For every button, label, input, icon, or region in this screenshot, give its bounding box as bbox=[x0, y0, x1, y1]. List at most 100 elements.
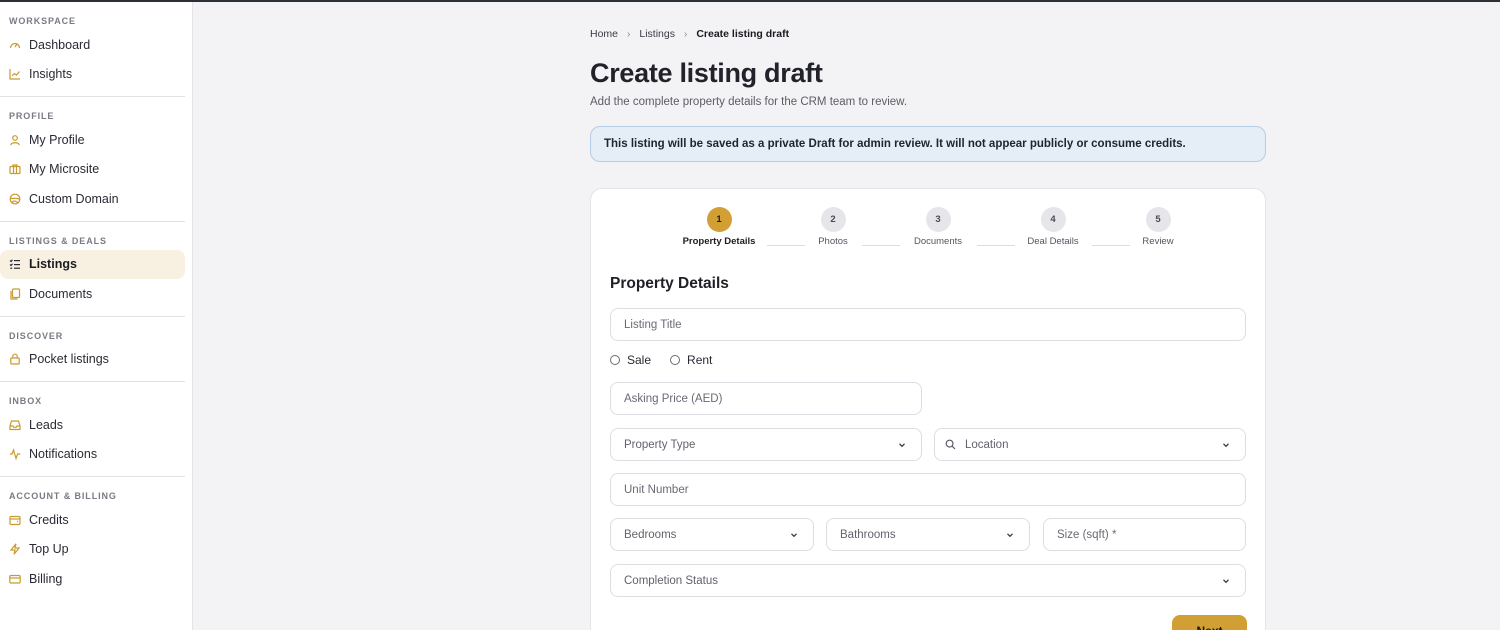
chevron-down-icon bbox=[1221, 440, 1231, 450]
sidebar-item-credits[interactable]: Credits bbox=[0, 505, 185, 535]
sidebar-section-inbox: INBOX Leads Notifications bbox=[0, 382, 185, 477]
size-field bbox=[1043, 518, 1246, 551]
sidebar-section-account-billing: ACCOUNT & BILLING Credits Top Up Billing bbox=[0, 477, 185, 601]
step-label: Deal Details bbox=[1027, 236, 1079, 247]
sidebar-section-title: ACCOUNT & BILLING bbox=[9, 491, 117, 501]
chevron-down-icon bbox=[1005, 530, 1015, 540]
sidebar-item-custom-domain[interactable]: Custom Domain bbox=[0, 184, 185, 214]
sidebar-section-discover: DISCOVER Pocket listings bbox=[0, 317, 185, 382]
sidebar-section-title: LISTINGS & DEALS bbox=[9, 235, 107, 246]
radio-circle[interactable] bbox=[610, 355, 620, 365]
unit-number-input[interactable] bbox=[624, 474, 1245, 505]
asking-price-input[interactable] bbox=[624, 383, 921, 414]
bathrooms-select[interactable]: Bathrooms bbox=[826, 518, 1030, 551]
sidebar-item-label: Leads bbox=[29, 417, 64, 432]
breadcrumb-home[interactable]: Home bbox=[590, 28, 618, 40]
sidebar-section-title: WORKSPACE bbox=[9, 16, 76, 26]
listing-title-field bbox=[610, 308, 1246, 341]
step-label: Documents bbox=[913, 236, 963, 247]
sidebar-item-label: Credits bbox=[29, 512, 69, 527]
sidebar-item-label: Documents bbox=[29, 286, 93, 301]
sidebar-item-label: Listings bbox=[29, 257, 77, 272]
draft-notice: This listing will be saved as a private … bbox=[590, 126, 1266, 162]
chevron-down-icon bbox=[897, 440, 907, 450]
step-label: Photos bbox=[818, 236, 848, 247]
globe-icon bbox=[9, 193, 21, 205]
step-documents[interactable]: 3 Documents bbox=[893, 207, 983, 247]
chevron-right-icon: › bbox=[627, 28, 631, 40]
sidebar-item-label: Notifications bbox=[29, 447, 98, 462]
radio-label: Rent bbox=[687, 353, 713, 367]
step-photos[interactable]: 2 Photos bbox=[788, 207, 878, 247]
bedrooms-select[interactable]: Bedrooms bbox=[610, 518, 814, 551]
bolt-icon bbox=[9, 543, 21, 555]
chevron-right-icon: › bbox=[683, 28, 688, 40]
sidebar-item-label: Insights bbox=[29, 67, 73, 82]
sidebar: WORKSPACE Dashboard Insights PROFILE My … bbox=[0, 2, 193, 630]
inbox-icon bbox=[9, 419, 21, 431]
step-review[interactable]: 5 Review bbox=[1113, 207, 1203, 247]
sidebar-section-workspace: WORKSPACE Dashboard Insights bbox=[0, 2, 185, 97]
property-type-select[interactable]: Property Type bbox=[610, 428, 922, 461]
location-value: Location bbox=[965, 438, 1009, 451]
sidebar-item-dashboard[interactable]: Dashboard bbox=[0, 30, 185, 60]
wallet-icon bbox=[9, 514, 21, 526]
asking-price-field bbox=[610, 382, 922, 415]
step-label: Review bbox=[1142, 236, 1174, 247]
sidebar-item-documents[interactable]: Documents bbox=[0, 279, 185, 309]
listing-type-radio-group: Sale Rent bbox=[610, 353, 731, 367]
sidebar-section-title: DISCOVER bbox=[9, 330, 64, 341]
radio-circle[interactable] bbox=[670, 355, 681, 365]
chevron-down-icon bbox=[1221, 576, 1231, 586]
next-button[interactable]: Next bbox=[1172, 615, 1247, 630]
bathrooms-value: Bathrooms bbox=[840, 528, 896, 541]
property-type-value: Property Type bbox=[624, 438, 696, 451]
files-icon bbox=[9, 288, 21, 300]
chevron-down-icon bbox=[789, 530, 799, 540]
card-icon bbox=[9, 573, 21, 585]
sidebar-item-pocket-listings[interactable]: Pocket listings bbox=[0, 345, 185, 375]
chart-line-icon bbox=[9, 68, 21, 80]
list-check-icon bbox=[9, 258, 21, 270]
step-number: 4 bbox=[1040, 207, 1066, 232]
stepper: 1 Property Details 2 Photos 3 Documents … bbox=[591, 207, 1267, 251]
page-title: Create listing draft bbox=[590, 58, 823, 88]
radio-rent[interactable]: Rent bbox=[670, 353, 712, 367]
step-deal-details[interactable]: 4 Deal Details bbox=[1008, 207, 1098, 247]
location-select[interactable]: Location bbox=[934, 428, 1246, 461]
completion-status-select[interactable]: Completion Status bbox=[610, 564, 1246, 597]
sidebar-section-profile: PROFILE My Profile My Microsite Custom D… bbox=[0, 97, 185, 222]
sidebar-item-label: My Profile bbox=[29, 132, 85, 147]
step-property-details[interactable]: 1 Property Details bbox=[674, 207, 764, 247]
briefcase-icon bbox=[9, 163, 21, 175]
gauge-icon bbox=[9, 39, 21, 51]
sidebar-item-label: Custom Domain bbox=[29, 191, 119, 206]
sidebar-item-my-profile[interactable]: My Profile bbox=[0, 125, 185, 155]
step-number: 3 bbox=[925, 207, 951, 232]
sidebar-item-listings[interactable]: Listings bbox=[0, 249, 185, 279]
sidebar-item-insights[interactable]: Insights bbox=[0, 60, 185, 90]
sidebar-item-leads[interactable]: Leads bbox=[0, 410, 185, 440]
sidebar-item-label: Billing bbox=[29, 571, 63, 586]
sidebar-item-label: Top Up bbox=[29, 542, 69, 557]
form-section-heading: Property Details bbox=[610, 275, 729, 292]
breadcrumb-listings[interactable]: Listings bbox=[639, 28, 675, 40]
sidebar-item-top-up[interactable]: Top Up bbox=[0, 535, 185, 565]
breadcrumb: Home › Listings › Create listing draft bbox=[590, 28, 789, 40]
step-number: 1 bbox=[706, 207, 732, 232]
sidebar-section-listings-deals: LISTINGS & DEALS Listings Documents bbox=[0, 222, 185, 317]
radio-sale[interactable]: Sale bbox=[610, 353, 651, 367]
unit-number-field bbox=[610, 473, 1246, 506]
sidebar-item-notifications[interactable]: Notifications bbox=[0, 440, 185, 470]
sidebar-item-my-microsite[interactable]: My Microsite bbox=[0, 155, 185, 185]
listing-title-input[interactable] bbox=[624, 309, 1245, 340]
page-subtitle: Add the complete property details for th… bbox=[590, 96, 908, 108]
size-input[interactable] bbox=[1057, 519, 1245, 550]
activity-icon bbox=[9, 448, 21, 461]
breadcrumb-current: Create listing draft bbox=[696, 28, 790, 40]
completion-status-value: Completion Status bbox=[624, 574, 718, 587]
main-area: Home › Listings › Create listing draft C… bbox=[193, 2, 1500, 630]
sidebar-item-billing[interactable]: Billing bbox=[0, 564, 185, 594]
bedrooms-value: Bedrooms bbox=[624, 528, 677, 541]
sidebar-section-title: PROFILE bbox=[9, 111, 55, 121]
